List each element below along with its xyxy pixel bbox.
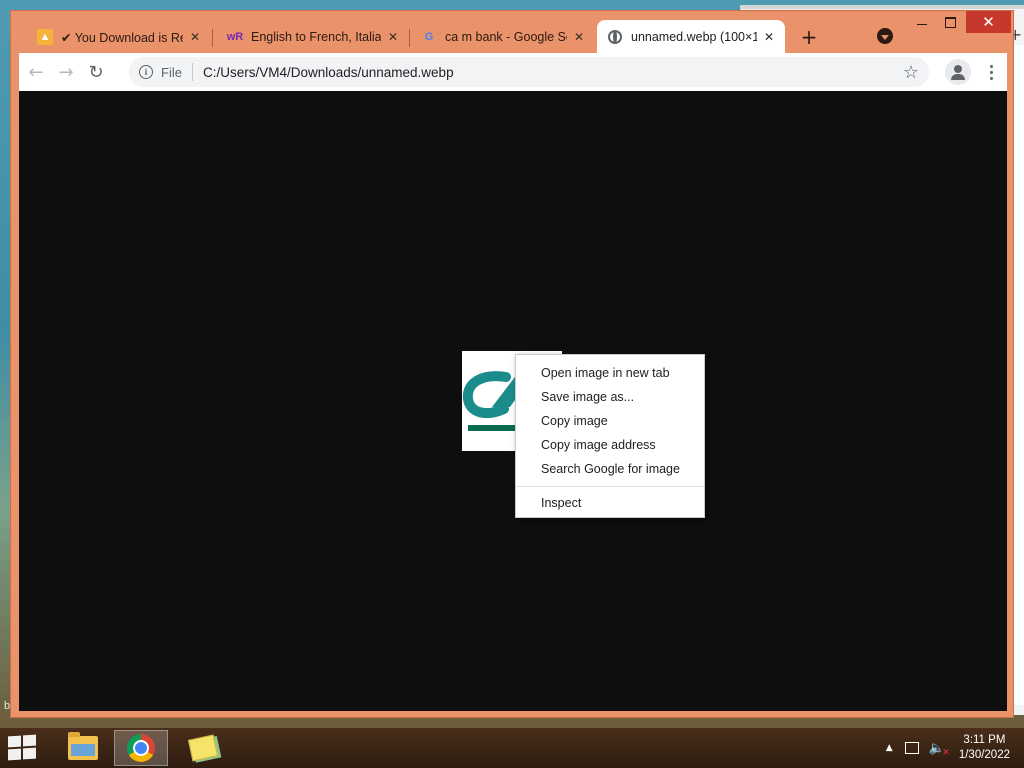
orange-app-icon: ▲ xyxy=(37,29,53,45)
close-icon[interactable]: ✕ xyxy=(187,29,203,45)
tab-google-search[interactable]: G ca m bank - Google Sea ✕ xyxy=(411,22,595,52)
window-close-button[interactable]: ✕ xyxy=(966,11,1011,33)
tab-search-button[interactable] xyxy=(877,28,893,44)
address-bar[interactable]: i File C:/Users/VM4/Downloads/unnamed.we… xyxy=(129,57,929,87)
taskbar-chrome[interactable] xyxy=(114,730,168,766)
sticky-notes-icon xyxy=(187,734,219,762)
start-button[interactable] xyxy=(8,734,38,761)
background-window-titlebar xyxy=(741,5,1024,9)
volume-muted-icon[interactable]: 🔈 ✕ xyxy=(929,741,950,758)
info-icon[interactable]: i xyxy=(139,65,153,79)
page-viewport[interactable] xyxy=(19,91,1007,711)
chrome-window: ▲ ✔ You Download is Rea ✕ wR English to … xyxy=(10,10,1014,718)
folder-icon xyxy=(68,732,98,760)
tab-title: English to French, Italia xyxy=(251,30,381,44)
clock-date: 1/30/2022 xyxy=(958,749,1010,761)
close-icon[interactable]: ✕ xyxy=(385,29,401,45)
system-tray: ▲ 🔈 ✕ 3:11 PM 1/30/2022 xyxy=(886,728,1024,768)
menu-divider xyxy=(516,486,704,487)
image-context-menu: Open image in new tab Save image as... C… xyxy=(515,354,705,518)
menu-item-save-image-as[interactable]: Save image as... xyxy=(516,385,704,409)
bookmark-star-icon[interactable]: ☆ xyxy=(903,62,919,83)
tab-download[interactable]: ▲ ✔ You Download is Rea ✕ xyxy=(27,22,211,52)
menu-item-inspect[interactable]: Inspect xyxy=(516,491,704,515)
close-icon[interactable]: ✕ xyxy=(571,29,587,45)
system-clock[interactable]: 3:11 PM 1/30/2022 xyxy=(959,733,1010,763)
scheme-chip[interactable]: File xyxy=(161,65,182,80)
address-bar-divider xyxy=(191,63,193,81)
avatar-icon xyxy=(954,65,962,73)
menu-item-copy-image[interactable]: Copy image xyxy=(516,409,704,433)
chrome-menu-button[interactable] xyxy=(981,59,1001,85)
tab-strip: ▲ ✔ You Download is Rea ✕ wR English to … xyxy=(11,11,1013,53)
browser-toolbar: ← → ↻ i File C:/Users/VM4/Downloads/unna… xyxy=(19,53,1007,91)
wordreference-icon: wR xyxy=(226,31,244,43)
forward-button[interactable]: → xyxy=(51,57,81,87)
tab-title: ca m bank - Google Sea xyxy=(445,30,567,44)
tab-wordreference[interactable]: wR English to French, Italia ✕ xyxy=(217,22,409,52)
menu-item-search-google-image[interactable]: Search Google for image xyxy=(516,457,704,481)
taskbar: ▲ 🔈 ✕ 3:11 PM 1/30/2022 xyxy=(0,728,1024,768)
taskbar-sticky-notes[interactable] xyxy=(176,730,230,766)
chrome-icon xyxy=(127,734,155,762)
globe-icon xyxy=(607,29,623,45)
minimize-button[interactable] xyxy=(909,11,935,33)
clock-time: 3:11 PM xyxy=(963,734,1006,746)
back-button[interactable]: ← xyxy=(21,57,51,87)
windows-logo-icon xyxy=(8,735,21,748)
tab-unnamed-webp[interactable]: unnamed.webp (100×1 ✕ xyxy=(597,20,785,53)
url-text[interactable]: C:/Users/VM4/Downloads/unnamed.webp xyxy=(203,65,454,80)
reload-button[interactable]: ↻ xyxy=(81,57,111,87)
google-icon: G xyxy=(424,31,434,43)
profile-button[interactable] xyxy=(945,59,971,85)
menu-item-copy-image-address[interactable]: Copy image address xyxy=(516,433,704,457)
show-hidden-icons-button[interactable]: ▲ xyxy=(886,743,893,753)
maximize-button[interactable] xyxy=(937,11,963,33)
new-tab-button[interactable]: + xyxy=(797,25,821,49)
tab-title: unnamed.webp (100×1 xyxy=(631,29,757,44)
network-icon[interactable] xyxy=(904,742,919,754)
tab-separator xyxy=(212,29,213,47)
taskbar-file-explorer[interactable] xyxy=(56,730,110,766)
close-icon[interactable]: ✕ xyxy=(761,29,777,45)
tab-title: ✔ You Download is Rea xyxy=(61,30,183,45)
menu-item-open-image-new-tab[interactable]: Open image in new tab xyxy=(516,361,704,385)
tab-separator xyxy=(409,29,410,47)
